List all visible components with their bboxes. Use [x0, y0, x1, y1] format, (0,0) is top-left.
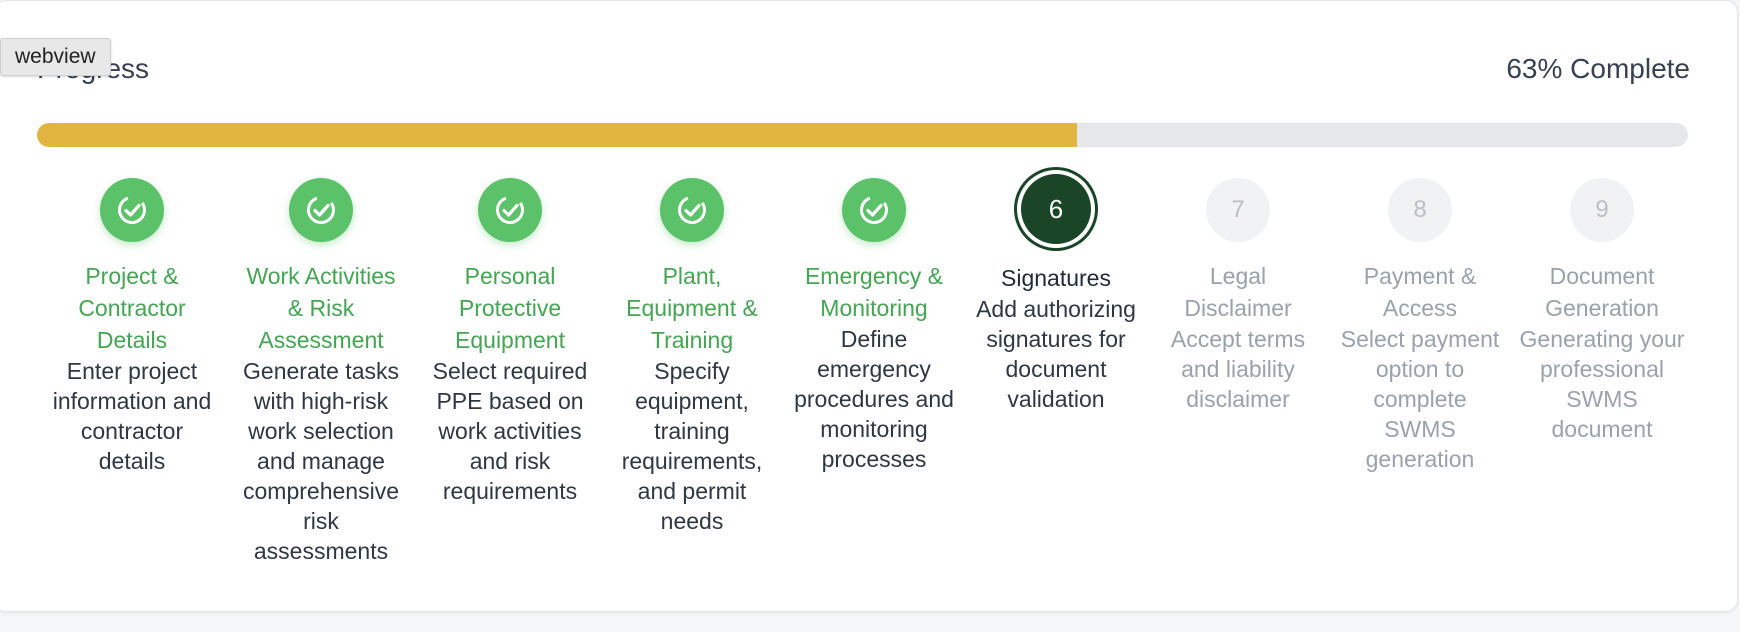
progress-bar-track [37, 123, 1688, 147]
step-number-circle: 7 [1206, 178, 1270, 242]
check-circle-icon [842, 178, 906, 242]
progress-bar-fill [37, 123, 1078, 147]
step-description: Enter project information and contractor… [52, 358, 212, 474]
step-7: 7 Legal Disclaimer Accept terms and liabil… [1155, 170, 1321, 414]
check-circle-icon [478, 178, 542, 242]
step-title: Personal Protective Equipment [455, 263, 565, 353]
step-2[interactable]: Work Activities & Risk Assessment Generat… [238, 170, 404, 566]
step-title: Work Activities & Risk Assessment [246, 263, 396, 353]
check-circle-icon [100, 178, 164, 242]
step-description: Select required PPE based on work activi… [432, 358, 588, 504]
progress-percent: 63% Complete [1506, 53, 1690, 84]
step-description: Add authorizing signatures for document … [976, 296, 1136, 412]
check-icon [307, 196, 335, 224]
step-number-circle: 9 [1570, 178, 1634, 242]
step-3[interactable]: Personal Protective Equipment Select requ… [427, 170, 593, 506]
check-circle-icon [289, 178, 353, 242]
step-description: Generate tasks with high-risk work selec… [243, 358, 399, 564]
step-1[interactable]: Project & Contractor Details Enter projec… [49, 170, 215, 476]
step-number-circle: 8 [1388, 178, 1452, 242]
step-title: Plant, Equipment & Training [626, 263, 758, 353]
step-description: Accept terms and liability disclaimer [1170, 326, 1306, 412]
step-title: Emergency & Monitoring [804, 263, 944, 321]
step-title: Legal Disclaimer [1184, 263, 1292, 321]
step-title: Project & Contractor Details [78, 263, 186, 353]
webview-badge: webview [0, 38, 111, 76]
step-title: Signatures [1001, 265, 1111, 291]
check-icon [496, 196, 524, 224]
step-description: Define emergency procedures and monitori… [794, 326, 954, 472]
step-description: Select payment option to complete SWMS g… [1340, 326, 1500, 472]
check-circle-icon [660, 178, 724, 242]
step-6[interactable]: 6 Signatures Add authorizing signatures fo… [973, 170, 1139, 414]
check-icon [678, 196, 706, 224]
step-9: 9 Document Generation Generating your prof… [1519, 170, 1685, 444]
step-5[interactable]: Emergency & Monitoring Define emergency p… [791, 170, 957, 474]
step-title: Payment & Access [1363, 263, 1477, 321]
check-icon [860, 196, 888, 224]
step-title: Document Generation [1545, 263, 1659, 321]
check-icon [118, 196, 146, 224]
step-description: Generating your professional SWMS docume… [1519, 326, 1685, 442]
step-description: Specify equipment, training requirements… [621, 358, 763, 534]
step-8: 8 Payment & Access Select payment option t… [1337, 170, 1503, 474]
step-4[interactable]: Plant, Equipment & Training Specify equip… [609, 170, 775, 536]
step-number-circle: 6 [1021, 174, 1091, 244]
